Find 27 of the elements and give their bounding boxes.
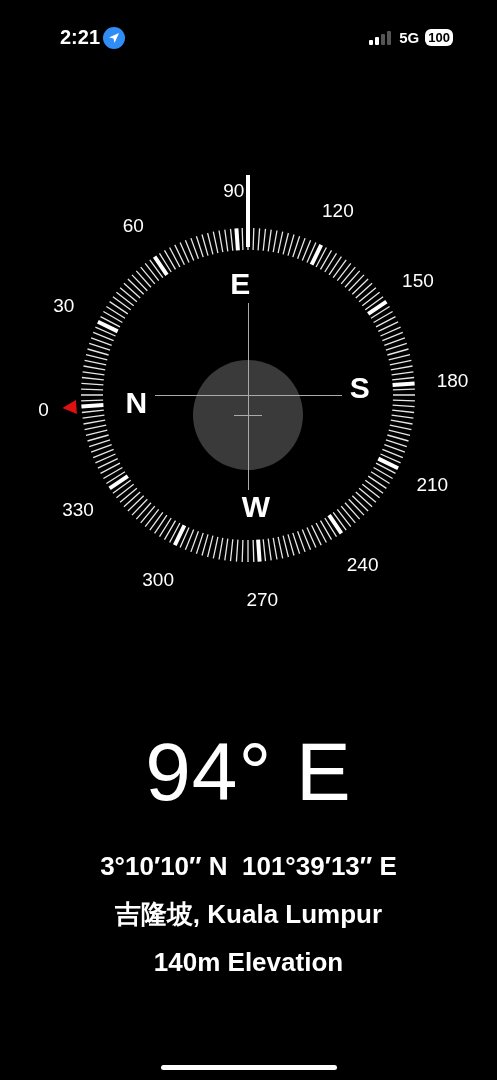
cardinal-letter: E: [230, 266, 251, 300]
degree-label: 120: [322, 200, 354, 222]
heading-readout: 94° E: [145, 732, 352, 812]
degree-label: 240: [346, 554, 379, 576]
degree-label: 60: [122, 214, 144, 236]
degree-label: 270: [246, 589, 279, 610]
elevation-text: 140m Elevation: [153, 946, 344, 979]
degree-label: 180: [436, 370, 469, 392]
network-label: 5G: [399, 29, 420, 46]
degree-label: 210: [416, 474, 449, 496]
clock-time: 2:21: [60, 26, 101, 49]
signal-icon: [369, 30, 394, 45]
cardinal-letter: N: [125, 386, 148, 420]
degree-label: 330: [62, 499, 94, 521]
cardinal-letter: S: [349, 370, 370, 404]
location-text: 吉隆坡, Kuala Lumpur: [114, 898, 383, 931]
degree-label: 150: [402, 269, 434, 291]
home-indicator[interactable]: [160, 1065, 337, 1070]
heading-needle: [246, 175, 250, 247]
degree-label: 0: [38, 398, 49, 420]
cardinal-letter: W: [241, 490, 270, 524]
degree-label: 300: [142, 568, 174, 590]
coordinates-text: 3°10′10″ N 101°39′13″ E: [100, 850, 397, 883]
degree-label: 90: [223, 180, 245, 201]
degree-label: 30: [53, 294, 75, 316]
north-marker-icon: [62, 400, 77, 414]
battery-indicator: 100: [425, 29, 453, 46]
